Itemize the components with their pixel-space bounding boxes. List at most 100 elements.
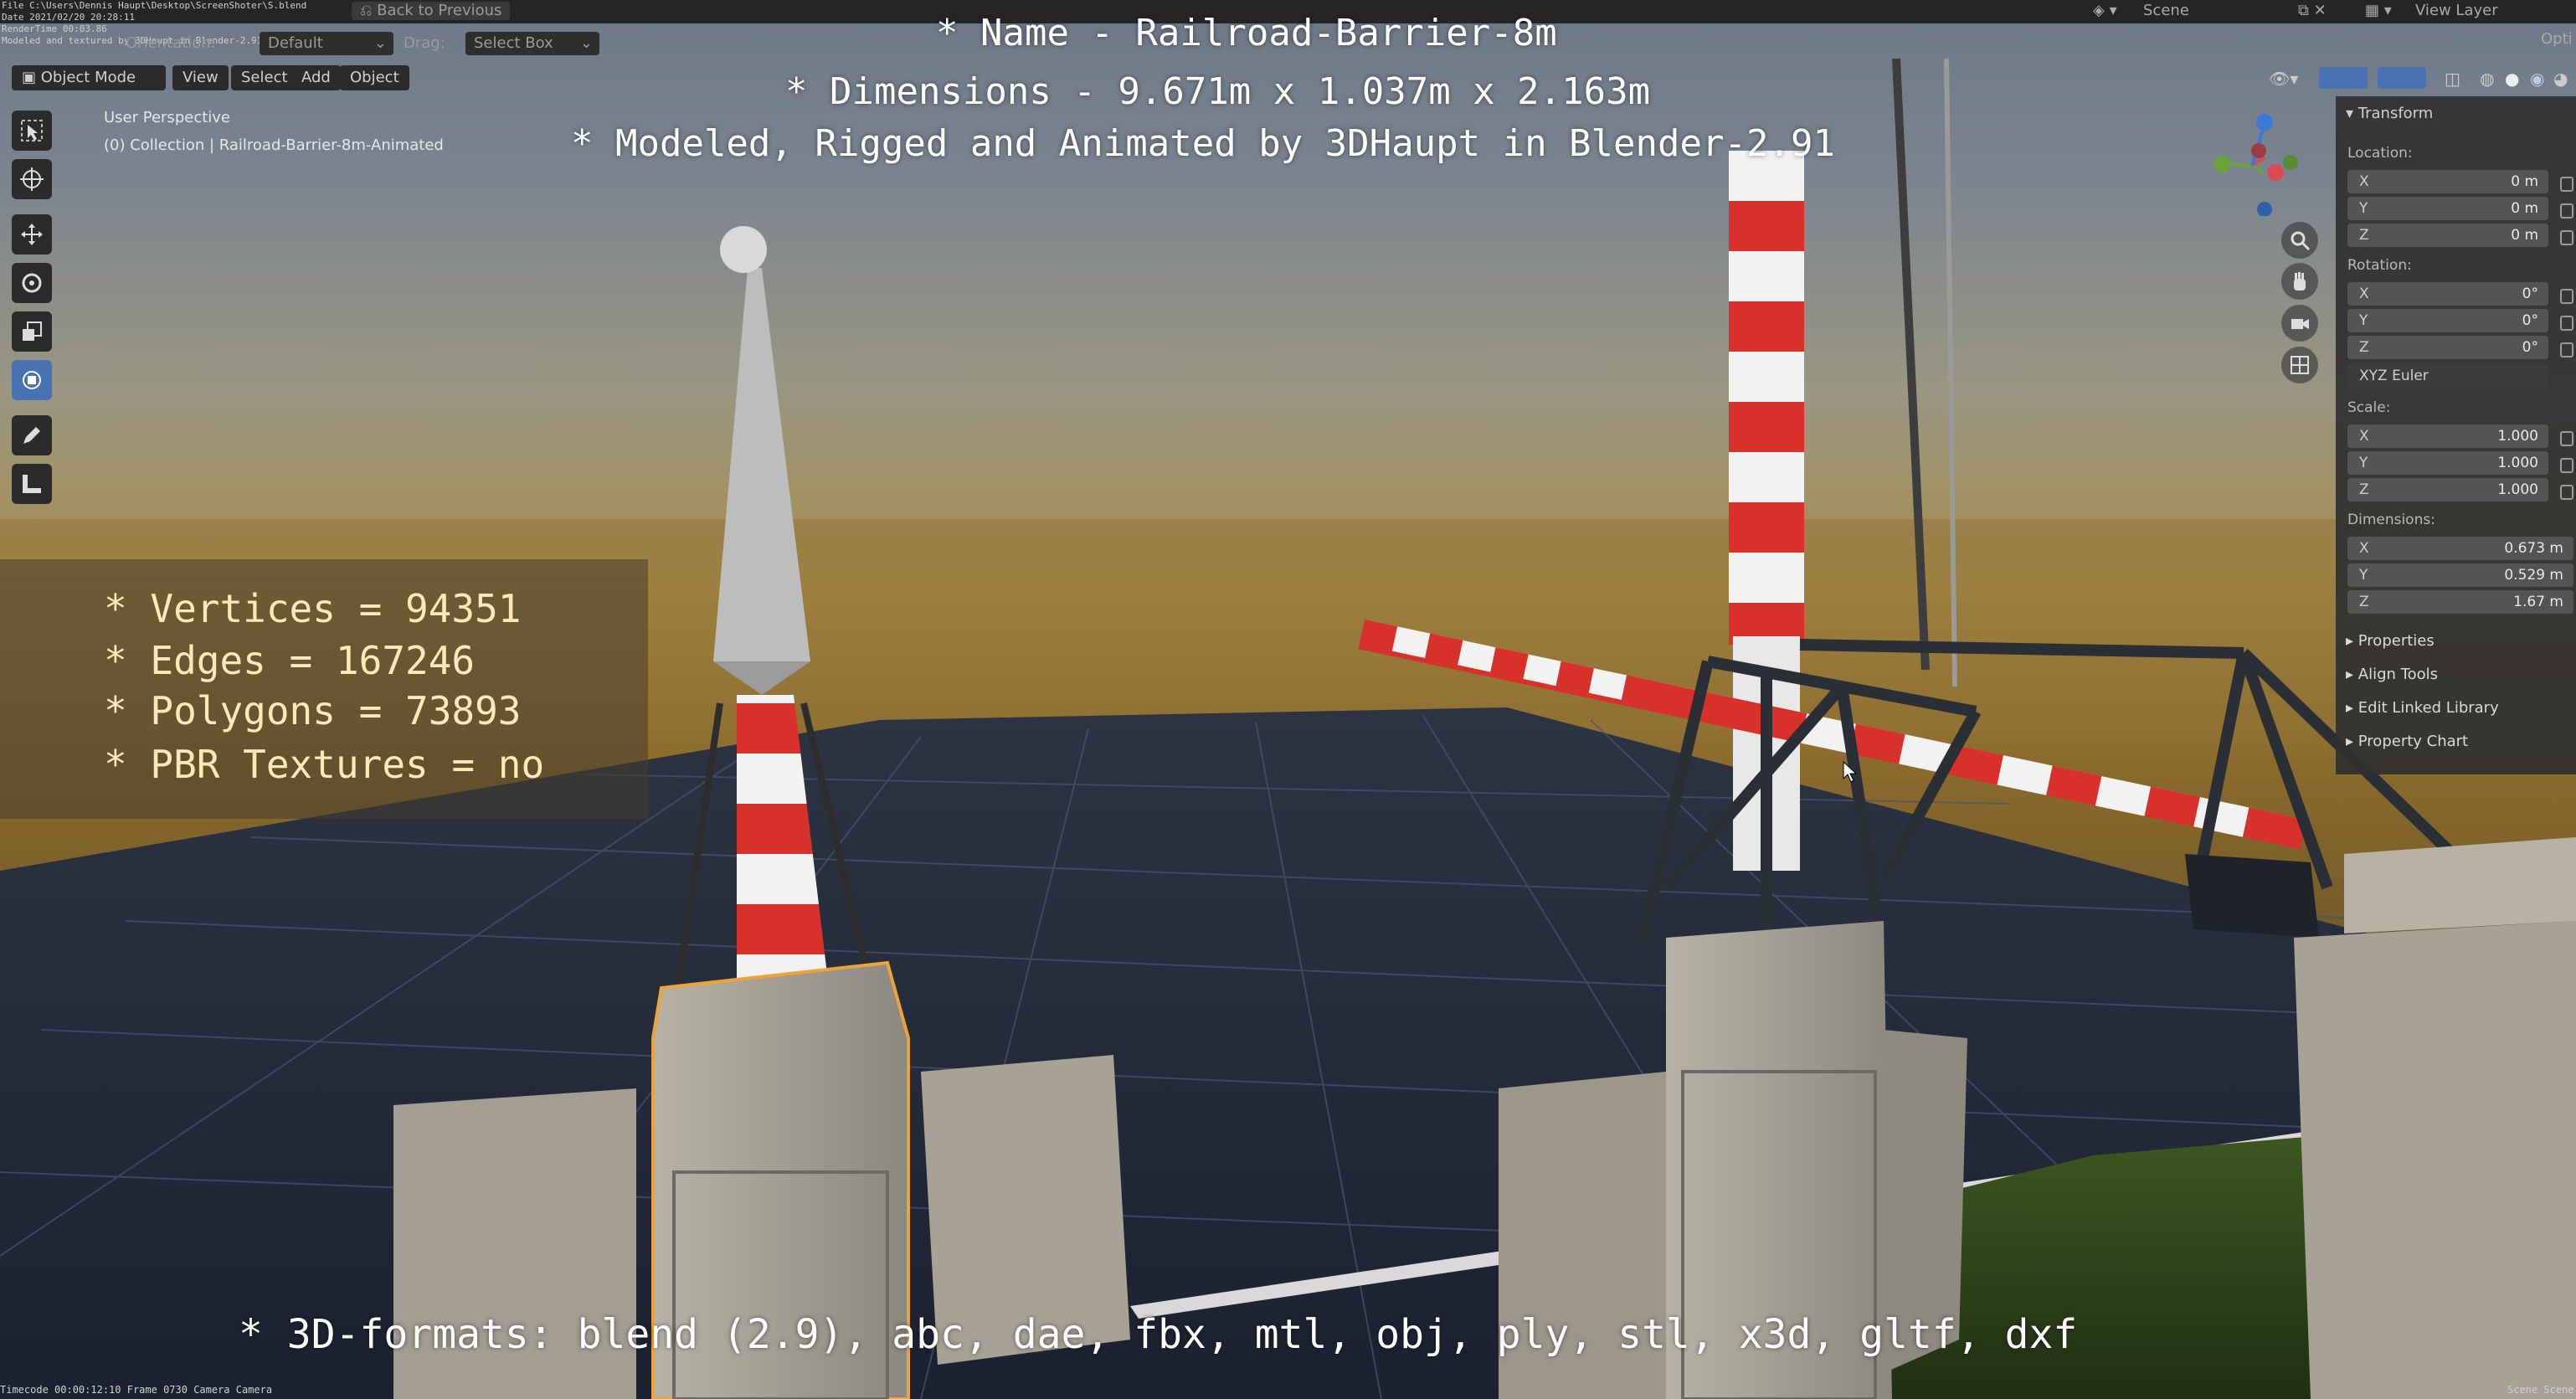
rotation-x-field[interactable]: X 0° [2347,282,2548,306]
drag-value: Select Box [474,34,553,52]
keyframe-lock-icon[interactable] [2560,230,2573,245]
mouse-cursor-icon [1843,760,1858,783]
object-mode-icon: ▣ [22,69,41,86]
collapsed-arrow-icon: ▸ [2346,699,2358,717]
menu-view[interactable]: View [172,65,229,90]
drag-label: Drag: [404,34,445,52]
zoom-button[interactable] [2281,222,2318,259]
scale-y-field[interactable]: Y 1.000 [2347,451,2548,475]
dimensions-x-field[interactable]: X 0.673 m [2347,537,2573,560]
scene-copy-icon[interactable]: ⧉ ✕ [2298,2,2327,20]
measure-tool[interactable] [12,464,52,504]
drag-dropdown[interactable]: Select Box ⌄ [465,32,599,55]
view-layer-name[interactable]: View Layer [2415,2,2498,20]
object-mode-dropdown[interactable]: ▣ Object Mode [12,65,166,90]
stat-vertices: * Vertices = 94351 [104,586,522,631]
keyframe-lock-icon[interactable] [2560,458,2573,473]
wireframe-shading-icon[interactable]: ◍ [2480,69,2494,89]
sidebar-n-panel: ▾ Transform Location: X 0 m Y 0 m Z 0 m Rot… [2336,96,2576,774]
field-value: 0° [2522,339,2538,356]
keyframe-lock-icon[interactable] [2560,289,2573,304]
transform-tool[interactable] [12,360,52,400]
material-shading-icon[interactable]: ◉ [2530,69,2544,89]
camera-icon [2291,319,2309,329]
scene-name[interactable]: Scene [2143,2,2189,20]
ruler-icon [23,475,41,493]
select-box-tool[interactable] [12,111,52,151]
field-value: 1.000 [2497,481,2538,498]
location-x-field[interactable]: X 0 m [2347,170,2548,193]
gizmo-toggle[interactable] [2319,67,2368,89]
rotate-tool[interactable] [12,263,52,303]
transform-panel-header[interactable]: ▾ Transform [2346,105,2433,122]
section-label: Property Chart [2357,733,2469,750]
orientation-label: Orientation: [126,34,216,52]
menu-add[interactable]: Add [291,65,341,90]
overlay-credit: * Modeled, Rigged and Animated by 3DHaup… [571,122,1835,165]
keyframe-lock-icon[interactable] [2560,431,2573,446]
axis-navigation-gizmo[interactable] [2202,107,2302,216]
scale-z-field[interactable]: Z 1.000 [2347,478,2548,501]
magnifier-icon [2291,231,2311,251]
scale-tool[interactable] [12,311,52,352]
field-value: 1.000 [2497,428,2538,445]
section-label: Edit Linked Library [2357,699,2499,717]
field-value: 1.000 [2497,455,2538,471]
collapsed-arrow-icon: ▸ [2346,632,2358,650]
move-tool[interactable] [12,214,52,255]
view-layer-icon[interactable]: ▦ ▾ [2365,2,2392,20]
camera-view-button[interactable] [2281,305,2318,342]
field-value: 0.529 m [2504,567,2563,584]
z-axis-handle[interactable] [2256,114,2273,131]
pan-button[interactable] [2281,263,2318,300]
stat-polygons: * Polygons = 73893 [104,688,522,733]
rotation-y-field[interactable]: Y 0° [2347,309,2548,332]
scale-x-field[interactable]: X 1.000 [2347,424,2548,448]
section-properties[interactable]: ▸ Properties [2346,632,2435,650]
transform-icon [23,371,41,389]
keyframe-lock-icon[interactable] [2560,485,2573,500]
back-to-previous-button[interactable]: ⎌ Back to Previous [352,2,511,20]
timecode-stamp: Timecode 00:00:12:10 Frame 0730 Camera C… [0,1384,273,1396]
rotation-z-field[interactable]: Z 0° [2347,336,2548,359]
axis-label: Y [2359,567,2368,584]
rotation-mode-value: XYZ Euler [2359,368,2429,384]
location-z-field[interactable]: Z 0 m [2347,224,2548,247]
dimensions-y-field[interactable]: Y 0.529 m [2347,563,2573,587]
ortho-toggle-button[interactable] [2281,347,2318,383]
keyframe-lock-icon[interactable] [2560,316,2573,331]
dimensions-z-field[interactable]: Z 1.67 m [2347,590,2573,614]
rendered-shading-icon[interactable]: ◕ [2553,69,2568,89]
section-align-tools[interactable]: ▸ Align Tools [2346,666,2438,683]
field-value: 0.673 m [2504,540,2563,557]
options-button[interactable]: Opti [2541,30,2573,49]
section-edit-linked-library[interactable]: ▸ Edit Linked Library [2346,699,2499,717]
axis-label: X [2359,285,2369,302]
y-axis-handle[interactable] [2214,156,2230,172]
xray-icon[interactable]: ◫ [2445,69,2460,89]
menu-object[interactable]: Object [340,65,409,90]
keyframe-lock-icon[interactable] [2560,203,2573,219]
solid-shading-icon[interactable]: ● [2505,69,2519,89]
orientation-dropdown[interactable]: Default ⌄ [260,32,393,55]
tool-options-bar: Orientation: Default ⌄ Drag: Select Box … [0,25,599,60]
annotate-tool[interactable] [12,415,52,455]
chevron-down-icon: ⌄ [579,34,593,52]
move-arrows-icon [21,224,43,245]
axis-label: Y [2359,200,2368,217]
x-axis-handle[interactable] [2267,164,2284,181]
visibility-icon[interactable]: 👁▾ [2269,69,2298,89]
cursor-tool[interactable] [12,159,52,199]
keyframe-lock-icon[interactable] [2560,342,2573,357]
grid-icon [2291,356,2309,374]
stat-pbr-textures: * PBR Textures = no [104,742,545,787]
location-y-field[interactable]: Y 0 m [2347,197,2548,220]
rotation-mode-dropdown[interactable]: XYZ Euler [2347,364,2548,388]
axis-label: Z [2359,481,2369,498]
overlay-toggle[interactable] [2378,67,2426,89]
scene-selector-icon[interactable]: ◈ ▾ [2093,2,2117,20]
section-property-chart[interactable]: ▸ Property Chart [2346,733,2468,750]
menu-select[interactable]: Select [231,65,298,90]
viewport-shading-controls: 👁▾ ◫ ◍ ● ◉ ◕ [2260,65,2576,92]
keyframe-lock-icon[interactable] [2560,177,2573,192]
